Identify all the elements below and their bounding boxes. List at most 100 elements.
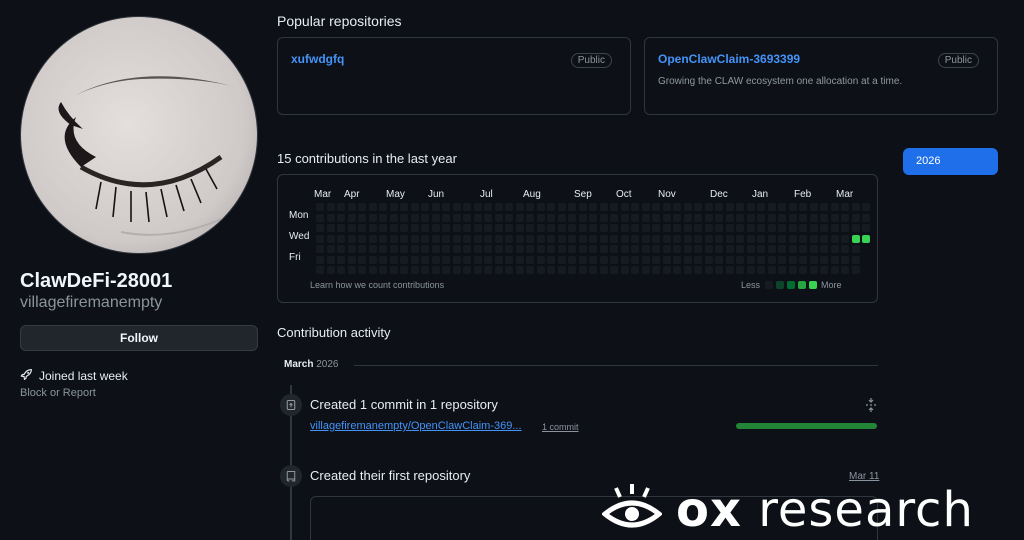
contribution-cell[interactable] <box>778 224 786 232</box>
contribution-cell[interactable] <box>820 255 828 264</box>
contribution-cell[interactable] <box>515 234 524 243</box>
contribution-cell[interactable] <box>841 213 849 222</box>
contribution-cell[interactable] <box>452 203 461 211</box>
contribution-cell[interactable] <box>326 255 335 264</box>
contribution-cell[interactable] <box>694 224 702 232</box>
contribution-cell[interactable] <box>578 203 587 211</box>
contribution-cell[interactable] <box>620 266 629 274</box>
contribution-cell[interactable] <box>536 213 545 222</box>
contribution-cell[interactable] <box>484 266 492 274</box>
contribution-cell[interactable] <box>809 203 818 211</box>
contribution-cell[interactable] <box>515 213 524 222</box>
contribution-cell[interactable] <box>505 245 513 253</box>
contribution-cell[interactable] <box>473 245 482 253</box>
contribution-cell[interactable] <box>683 224 692 232</box>
contribution-cell[interactable] <box>494 213 503 222</box>
contribution-cell[interactable] <box>452 266 461 274</box>
contribution-cell[interactable] <box>421 224 429 232</box>
contribution-cell[interactable] <box>316 266 324 274</box>
contribution-cell[interactable] <box>431 255 440 264</box>
contribution-cell[interactable] <box>746 266 755 274</box>
contribution-cell[interactable] <box>358 255 366 264</box>
contribution-cell[interactable] <box>421 266 429 274</box>
contribution-cell[interactable] <box>736 245 744 253</box>
contribution-cell[interactable] <box>862 213 870 222</box>
contribution-cell[interactable] <box>368 255 377 264</box>
contribution-cell[interactable] <box>358 224 366 232</box>
contribution-cell[interactable] <box>337 203 345 211</box>
contribution-cell[interactable] <box>568 213 576 222</box>
contribution-cell[interactable] <box>557 203 566 211</box>
contribution-cell[interactable] <box>515 224 524 232</box>
contribution-cell[interactable] <box>841 224 849 232</box>
contribution-cell[interactable] <box>421 255 429 264</box>
contribution-cell[interactable] <box>746 255 755 264</box>
contribution-cell[interactable] <box>683 213 692 222</box>
contribution-cell[interactable] <box>862 203 870 211</box>
contribution-cell[interactable] <box>610 224 618 232</box>
contribution-cell[interactable] <box>704 266 713 274</box>
fold-icon[interactable] <box>864 397 878 418</box>
contribution-cell[interactable] <box>641 224 650 232</box>
contribution-cell[interactable] <box>379 224 387 232</box>
contribution-cell[interactable] <box>379 234 387 243</box>
contribution-cell[interactable] <box>515 255 524 264</box>
contribution-cell[interactable] <box>851 203 860 211</box>
contribution-cell[interactable] <box>473 266 482 274</box>
contribution-cell[interactable] <box>515 203 524 211</box>
contribution-cell[interactable] <box>410 234 419 243</box>
contribution-cell[interactable] <box>662 213 671 222</box>
contribution-cell[interactable] <box>316 213 324 222</box>
contribution-cell[interactable] <box>662 234 671 243</box>
contribution-cell[interactable] <box>599 203 608 211</box>
contribution-cell[interactable] <box>337 266 345 274</box>
contribution-cell[interactable] <box>610 234 618 243</box>
contribution-cell[interactable] <box>379 203 387 211</box>
contribution-cell[interactable] <box>326 224 335 232</box>
contribution-cell[interactable] <box>746 203 755 211</box>
contribution-cell[interactable] <box>505 234 513 243</box>
contribution-cell[interactable] <box>452 224 461 232</box>
contribution-cell[interactable] <box>410 266 419 274</box>
contribution-cell[interactable] <box>599 224 608 232</box>
contribution-cell[interactable] <box>715 213 723 222</box>
contribution-cell[interactable] <box>494 203 503 211</box>
contribution-cell[interactable] <box>578 234 587 243</box>
contribution-cell[interactable] <box>767 255 776 264</box>
contribution-cell[interactable] <box>799 224 807 232</box>
contribution-cell[interactable] <box>631 245 639 253</box>
contribution-cell[interactable] <box>788 255 797 264</box>
contribution-cell[interactable] <box>599 255 608 264</box>
contribution-cell[interactable] <box>652 234 660 243</box>
contribution-cell[interactable] <box>620 203 629 211</box>
contribution-cell[interactable] <box>557 234 566 243</box>
contribution-cell[interactable] <box>473 203 482 211</box>
contribution-cell[interactable] <box>578 213 587 222</box>
contribution-cell[interactable] <box>830 245 839 253</box>
contribution-cell[interactable] <box>746 213 755 222</box>
contribution-cell[interactable] <box>379 266 387 274</box>
contribution-cell[interactable] <box>557 224 566 232</box>
contribution-cell[interactable] <box>725 234 734 243</box>
contribution-cell[interactable] <box>704 203 713 211</box>
contribution-cell[interactable] <box>536 245 545 253</box>
contribution-cell[interactable] <box>400 266 408 274</box>
contribution-cell[interactable] <box>442 213 450 222</box>
contribution-cell[interactable] <box>431 266 440 274</box>
contribution-cell[interactable] <box>505 255 513 264</box>
contribution-cell[interactable] <box>620 255 629 264</box>
contribution-cell[interactable] <box>725 255 734 264</box>
contribution-cell[interactable] <box>326 234 335 243</box>
contribution-cell[interactable] <box>578 224 587 232</box>
contribution-cell[interactable] <box>599 213 608 222</box>
contribution-cell[interactable] <box>767 266 776 274</box>
contribution-cell[interactable] <box>389 203 398 211</box>
contribution-cell[interactable] <box>515 245 524 253</box>
contribution-cell[interactable] <box>505 224 513 232</box>
contribution-cell[interactable] <box>379 255 387 264</box>
contribution-cell[interactable] <box>347 266 356 274</box>
contribution-cell[interactable] <box>347 203 356 211</box>
contribution-cell[interactable] <box>725 203 734 211</box>
contribution-cell[interactable] <box>557 266 566 274</box>
contribution-cell[interactable] <box>526 255 534 264</box>
